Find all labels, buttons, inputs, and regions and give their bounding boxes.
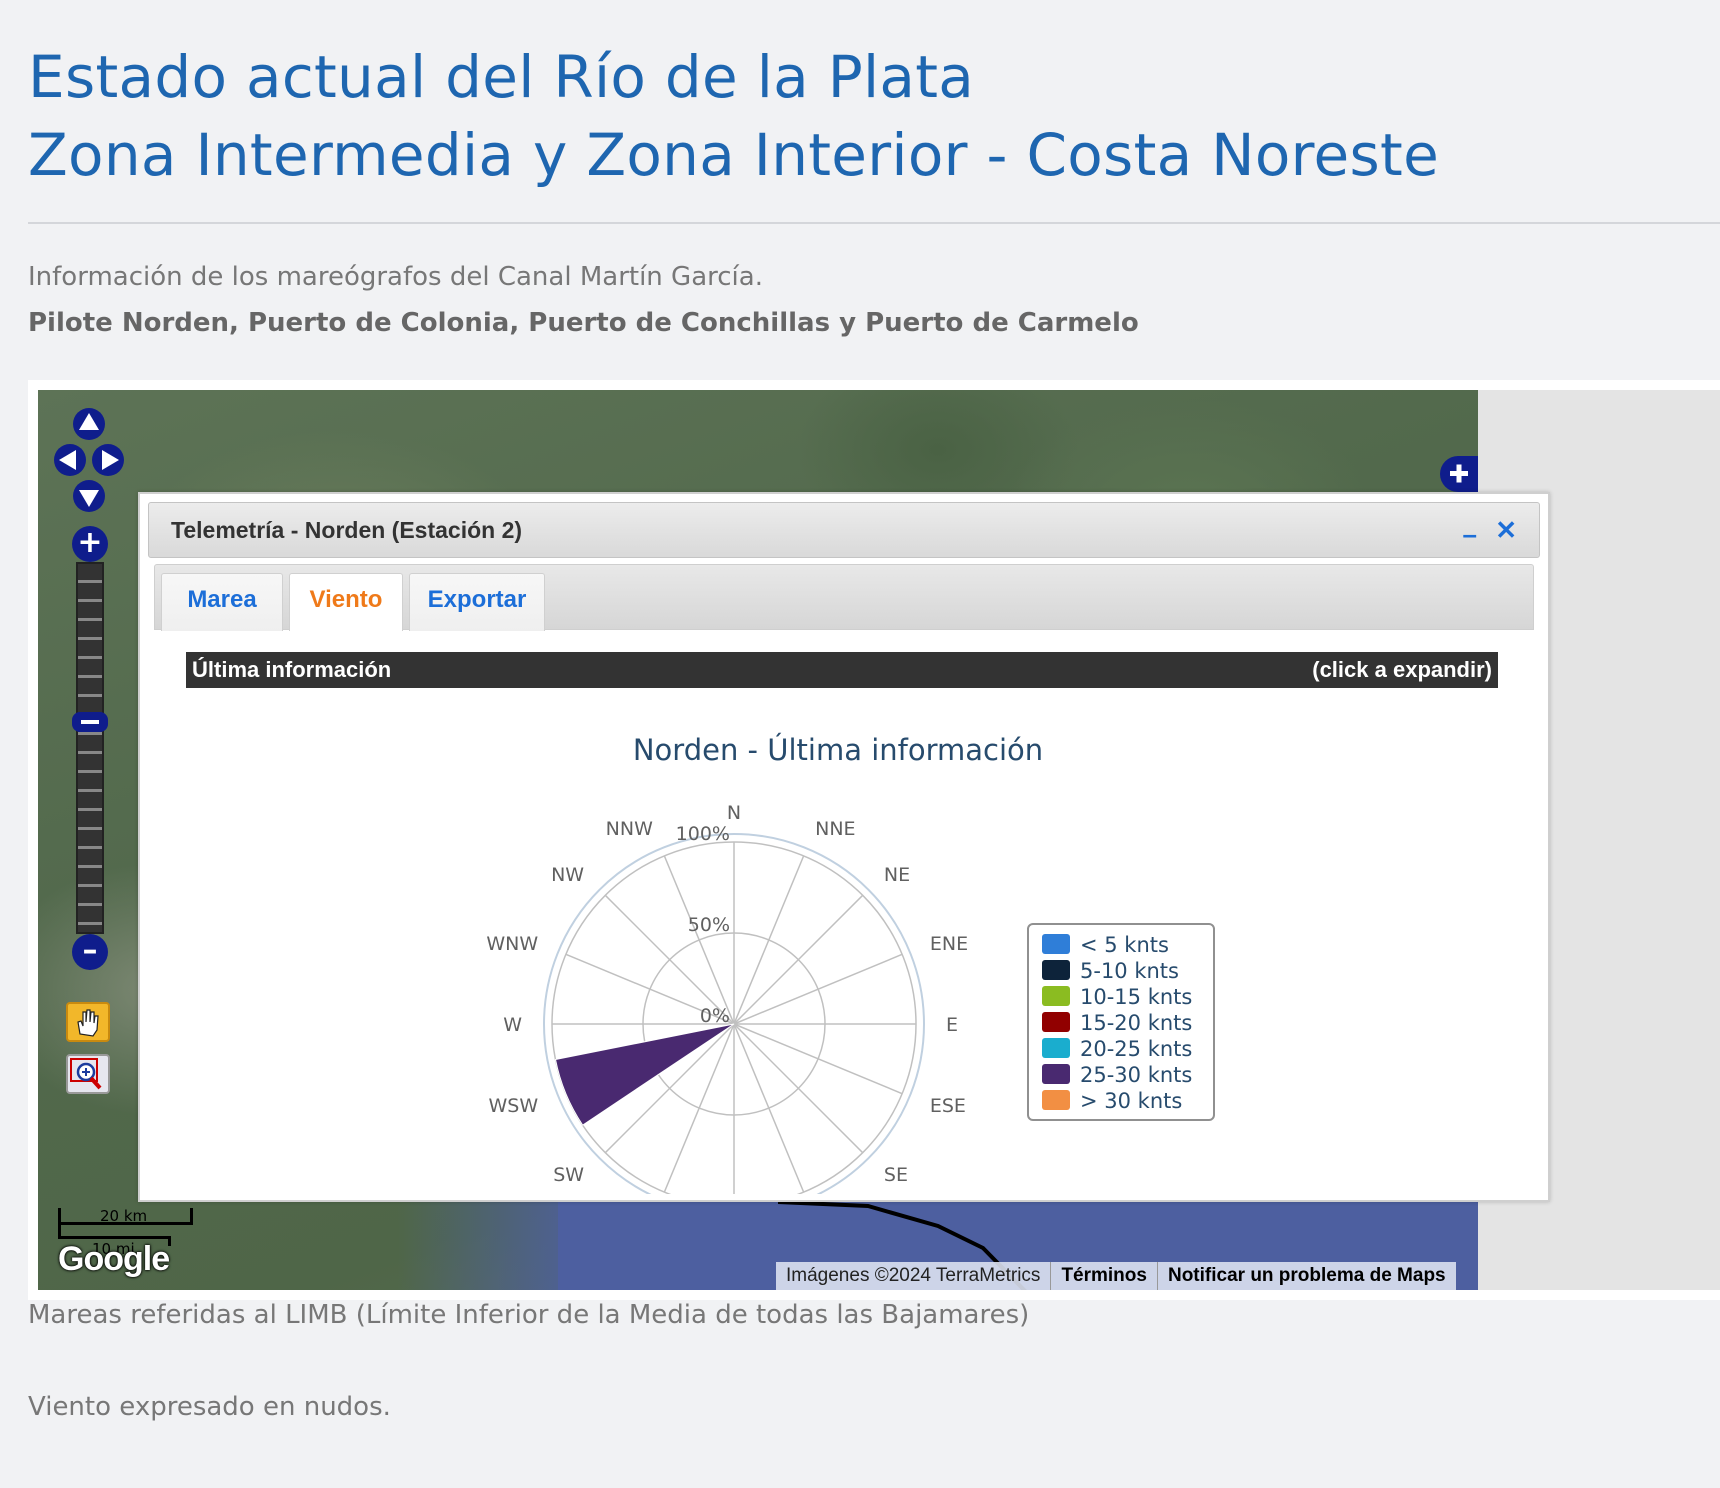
zoom-slider-handle[interactable] xyxy=(72,712,108,732)
terms-link[interactable]: Términos xyxy=(1050,1262,1157,1290)
chart-legend: < 5 knts5-10 knts10-15 knts15-20 knts20-… xyxy=(1027,923,1215,1121)
page-title-line2: Zona Intermedia y Zona Interior - Costa … xyxy=(28,121,1440,189)
legend-item-label: 20-25 knts xyxy=(1080,1037,1192,1061)
legend-swatch xyxy=(1042,1038,1070,1058)
spoke-ne xyxy=(733,894,864,1025)
direction-label-nne: NNE xyxy=(815,818,855,840)
radial-tick-label: 100% xyxy=(676,823,730,845)
expand-link[interactable]: (click a expandir) xyxy=(1312,657,1492,683)
layer-expand-icon[interactable] xyxy=(1440,456,1478,492)
zoom-out-button[interactable]: – xyxy=(72,934,108,970)
legend-item-label: < 5 knts xyxy=(1080,933,1169,957)
direction-label-se: SE xyxy=(884,1164,908,1186)
pan-down-icon[interactable] xyxy=(73,480,105,512)
legend-swatch xyxy=(1042,1090,1070,1110)
telemetry-popup: Telemetría - Norden (Estación 2) – ✕ Mar… xyxy=(138,492,1550,1202)
radial-tick-label: 0% xyxy=(700,1005,730,1027)
minimize-button[interactable]: – xyxy=(1463,519,1477,550)
direction-label-sw: SW xyxy=(553,1164,584,1186)
pan-left-icon[interactable] xyxy=(54,444,86,476)
latest-info-bar[interactable]: Última información (click a expandir) xyxy=(186,652,1498,688)
report-problem-link[interactable]: Notificar un problema de Maps xyxy=(1156,1262,1456,1290)
legend-item-label: 10-15 knts xyxy=(1080,985,1192,1009)
divider xyxy=(28,222,1720,224)
google-logo: Google xyxy=(58,1240,170,1278)
stations-list: Pilote Norden, Puerto de Colonia, Puerto… xyxy=(28,308,1139,338)
direction-label-ese: ESE xyxy=(930,1095,966,1117)
close-button[interactable]: ✕ xyxy=(1495,515,1517,546)
wind-rose-chart: Norden - Última información 0% 50% 100%N NN… xyxy=(486,733,1215,1194)
page-title-line1: Estado actual del Río de la Plata xyxy=(28,43,975,111)
tab-viento[interactable]: Viento xyxy=(289,573,403,631)
legend-item-label: 15-20 knts xyxy=(1080,1011,1192,1035)
chart-title: Norden - Última información xyxy=(633,733,1043,767)
legend-item-label: > 30 knts xyxy=(1080,1089,1182,1113)
direction-label-ene: ENE xyxy=(930,933,968,955)
direction-label-w: W xyxy=(503,1014,522,1036)
direction-label-e: E xyxy=(946,1014,958,1036)
pan-right-icon[interactable] xyxy=(92,444,124,476)
popup-header[interactable]: Telemetría - Norden (Estación 2) – ✕ xyxy=(148,502,1540,558)
direction-label-wnw: WNW xyxy=(486,933,538,955)
zoom-track[interactable] xyxy=(76,562,104,934)
direction-label-nnw: NNW xyxy=(606,818,653,840)
tab-bar: Marea Viento Exportar xyxy=(154,564,1534,631)
pan-control[interactable] xyxy=(54,408,124,512)
legend-swatch xyxy=(1042,986,1070,1006)
direction-label-n: N xyxy=(727,802,741,824)
map-scale: 20 km 10 mi xyxy=(56,1207,196,1258)
tab-marea[interactable]: Marea xyxy=(161,573,283,631)
intro-text: Información de los mareógrafos del Canal… xyxy=(28,262,763,292)
direction-label-wsw: WSW xyxy=(488,1095,538,1117)
legend-swatch xyxy=(1042,1012,1070,1032)
legend-item-label: 25-30 knts xyxy=(1080,1063,1192,1087)
direction-label-nw: NW xyxy=(551,864,584,886)
tides-note: Mareas referidas al LIMB (Límite Inferio… xyxy=(28,1300,1030,1330)
radial-tick-label: 50% xyxy=(688,914,730,936)
legend-item-label: 5-10 knts xyxy=(1080,959,1179,983)
zoom-in-button[interactable]: + xyxy=(72,526,108,562)
page-title: Estado actual del Río de la Plata Zona I… xyxy=(28,38,1439,194)
legend-swatch xyxy=(1042,960,1070,980)
map-attribution: Imágenes ©2024 TerraMetrics Términos Not… xyxy=(776,1262,1456,1290)
pan-up-icon[interactable] xyxy=(73,408,105,440)
tab-exportar[interactable]: Exportar xyxy=(409,573,545,631)
hand-pan-icon[interactable] xyxy=(66,1002,110,1042)
zoom-bar[interactable]: + – xyxy=(72,526,108,970)
scale-km-label: 20 km xyxy=(100,1207,148,1225)
direction-label-ne: NE xyxy=(884,864,910,886)
latest-info-label: Última información xyxy=(192,657,392,682)
imagery-credit: Imágenes ©2024 TerraMetrics xyxy=(786,1265,1041,1286)
zoom-box-icon[interactable] xyxy=(66,1054,110,1094)
spoke-se xyxy=(733,1023,864,1154)
legend-swatch xyxy=(1042,1064,1070,1084)
legend-swatch xyxy=(1042,934,1070,954)
popup-title: Telemetría - Norden (Estación 2) xyxy=(171,517,523,543)
wind-note: Viento expresado en nudos. xyxy=(28,1392,391,1422)
